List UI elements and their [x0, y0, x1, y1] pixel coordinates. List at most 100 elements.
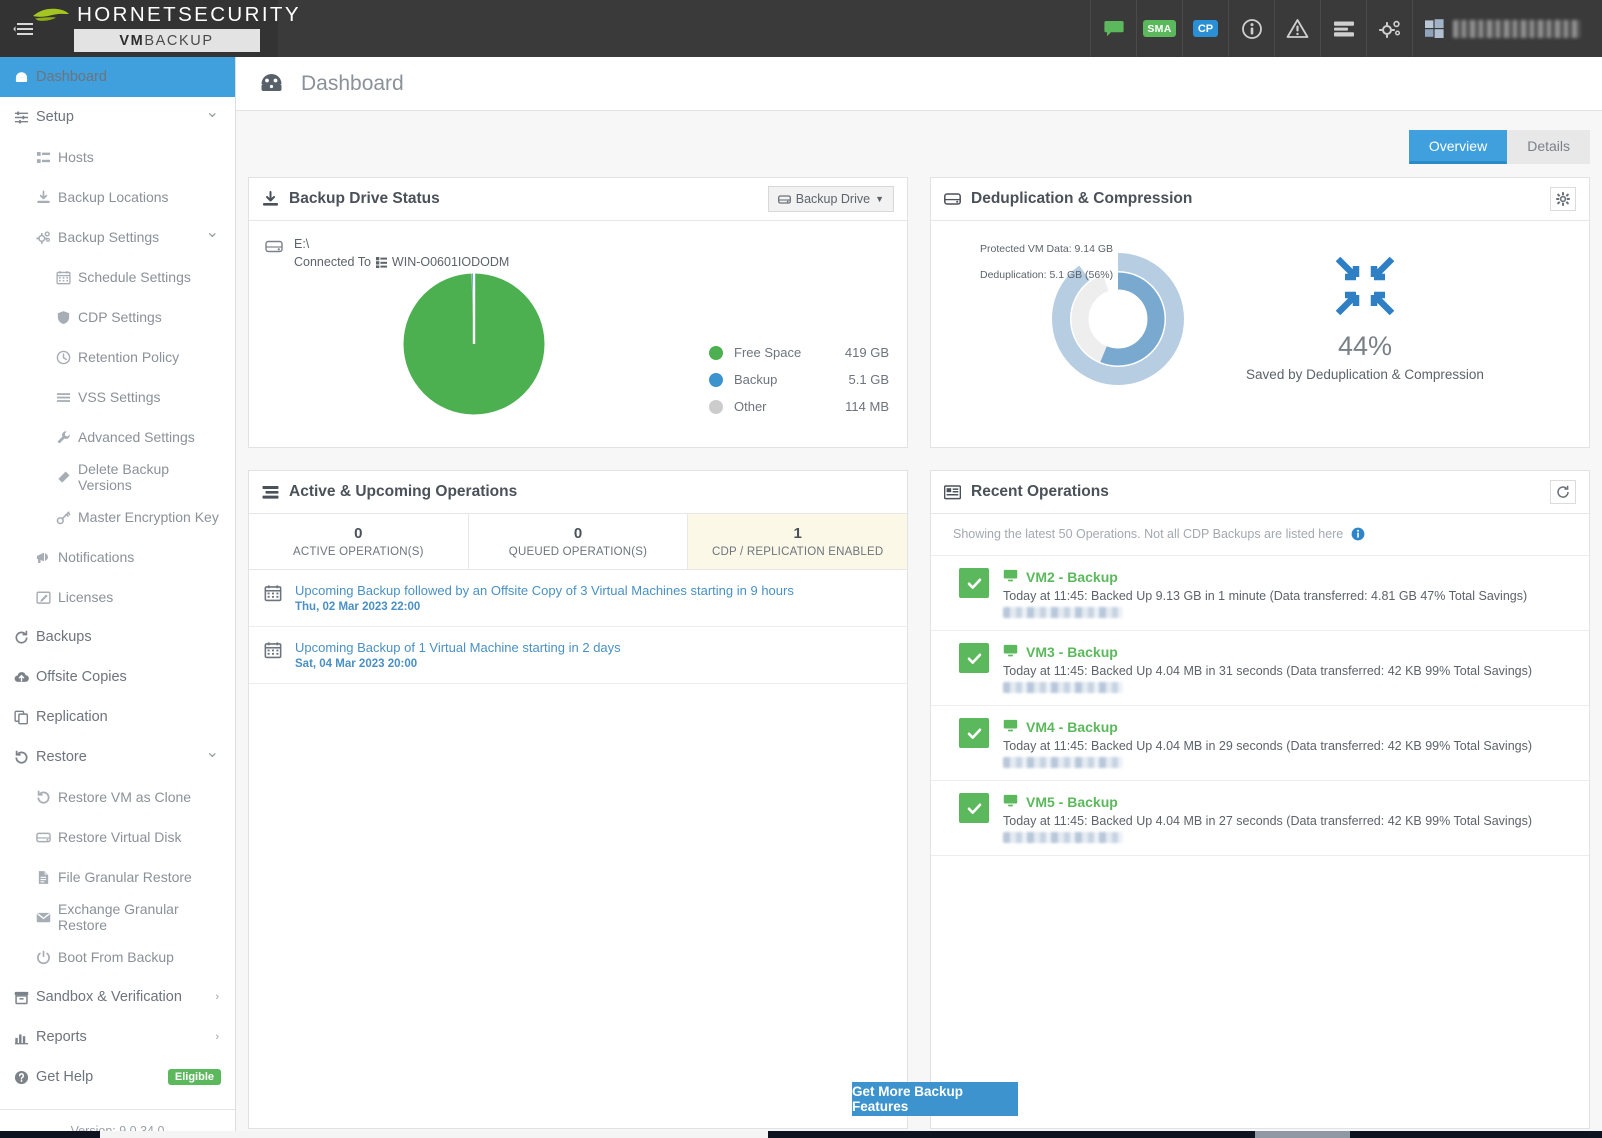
news-icon	[944, 485, 961, 500]
sidebar-item-licenses[interactable]: Licenses	[0, 577, 235, 617]
sidebar-item-label: Setup	[36, 109, 74, 125]
sidebar-item-delete-backup-versions[interactable]: Delete Backup Versions	[0, 457, 235, 497]
monitor-icon	[1003, 643, 1018, 658]
upcoming-operation-row[interactable]: Upcoming Backup followed by an Offsite C…	[249, 570, 907, 627]
sidebar-item-file-granular-restore[interactable]: File Granular Restore	[0, 857, 235, 897]
recent-operation-row[interactable]: VM3 - BackupToday at 11:45: Backed Up 4.…	[931, 631, 1589, 706]
brand-name: HORNETSECURITY	[77, 5, 301, 26]
stat-cdp-replication-enabled: 1 CDP / REPLICATION ENABLED	[688, 514, 907, 569]
backup-drive-dropdown[interactable]: Backup Drive ▼	[768, 186, 894, 212]
file-icon	[36, 870, 58, 885]
recent-operation-row[interactable]: VM4 - BackupToday at 11:45: Backed Up 4.…	[931, 706, 1589, 781]
compress-arrows-icon	[1334, 255, 1396, 317]
sidebar-item-label: Exchange Granular Restore	[58, 901, 221, 933]
copy-icon	[14, 710, 36, 725]
tasks-icon	[262, 485, 279, 500]
user-menu[interactable]	[1412, 0, 1602, 57]
lines-icon	[56, 390, 71, 405]
chat-icon-button[interactable]	[1090, 0, 1136, 57]
download-icon	[36, 190, 58, 205]
legend-label-backup: Backup	[734, 372, 849, 387]
legend-value-backup: 5.1 GB	[849, 372, 889, 387]
dedup-compression-card: Deduplication & Compression	[930, 177, 1590, 448]
sidebar-item-dashboard[interactable]: Dashboard	[0, 57, 235, 97]
sidebar-item-hosts[interactable]: Hosts	[0, 137, 235, 177]
card-title: Recent Operations	[971, 483, 1109, 501]
recent-operation-body: VM2 - BackupToday at 11:45: Backed Up 9.…	[1003, 568, 1574, 618]
sidebar-item-setup[interactable]: Setup⌄	[0, 97, 235, 137]
sidebar-item-boot-from-backup[interactable]: Boot From Backup	[0, 937, 235, 977]
recent-operations-card: Recent Operations Showing the latest 50 …	[930, 470, 1590, 1129]
sidebar-item-cdp-settings[interactable]: CDP Settings	[0, 297, 235, 337]
eraser-icon	[56, 470, 78, 485]
info-icon-button[interactable]	[1228, 0, 1274, 57]
sidebar-item-label: File Granular Restore	[58, 869, 192, 885]
monitor-icon	[1003, 568, 1018, 586]
sidebar-item-restore[interactable]: Restore⌄	[0, 737, 235, 777]
sidebar-item-sandbox-verification[interactable]: Sandbox & Verification›	[0, 977, 235, 1017]
recent-operation-body: VM5 - BackupToday at 11:45: Backed Up 4.…	[1003, 793, 1574, 843]
cp-badge-label: CP	[1193, 20, 1218, 37]
recent-operation-row[interactable]: VM2 - BackupToday at 11:45: Backed Up 9.…	[931, 556, 1589, 631]
recent-operation-blurred-path	[1003, 832, 1123, 843]
dedup-settings-button[interactable]	[1550, 187, 1576, 211]
operations-stats: 0 ACTIVE OPERATION(S) 0 QUEUED OPERATION…	[249, 514, 907, 570]
sidebar-item-offsite-copies[interactable]: Offsite Copies	[0, 657, 235, 697]
sidebar-item-vss-settings[interactable]: VSS Settings	[0, 377, 235, 417]
sidebar-item-label: Schedule Settings	[78, 269, 191, 285]
upcoming-operation-link[interactable]: Upcoming Backup of 1 Virtual Machine sta…	[295, 640, 621, 655]
sidebar-item-backups[interactable]: Backups	[0, 617, 235, 657]
envelope-icon	[36, 910, 51, 925]
view-tabs: Overview Details	[248, 111, 1590, 177]
tab-overview[interactable]: Overview	[1409, 130, 1507, 164]
recent-operation-row[interactable]: VM5 - BackupToday at 11:45: Backed Up 4.…	[931, 781, 1589, 856]
download-icon	[262, 191, 279, 208]
upcoming-operation-row[interactable]: Upcoming Backup of 1 Virtual Machine sta…	[249, 627, 907, 684]
sidebar-item-label: Master Encryption Key	[78, 509, 219, 525]
sidebar-item-backup-settings[interactable]: Backup Settings⌄	[0, 217, 235, 257]
get-more-backup-features-button[interactable]: Get More Backup Features	[852, 1082, 1018, 1116]
sidebar-item-backup-locations[interactable]: Backup Locations	[0, 177, 235, 217]
logs-icon-button[interactable]	[1320, 0, 1366, 57]
warning-icon-button[interactable]	[1274, 0, 1320, 57]
backup-drive-body: E:\ Connected To WIN-O0601IODODM	[249, 221, 907, 448]
wrench-icon	[56, 430, 78, 445]
drive-letter: E:\	[294, 235, 509, 253]
lines-icon	[56, 390, 78, 405]
sidebar-item-restore-virtual-disk[interactable]: Restore Virtual Disk	[0, 817, 235, 857]
cp-badge-button[interactable]: CP	[1182, 0, 1228, 57]
legend-color-other	[709, 400, 723, 414]
upcoming-operation-link[interactable]: Upcoming Backup followed by an Offsite C…	[295, 583, 794, 598]
sidebar-item-get-help[interactable]: Get HelpEligible	[0, 1057, 235, 1097]
warning-icon	[1286, 18, 1309, 39]
sma-badge-button[interactable]: SMA	[1136, 0, 1182, 57]
wrench-icon	[56, 430, 71, 445]
sidebar-item-notifications[interactable]: Notifications	[0, 537, 235, 577]
sidebar-item-replication[interactable]: Replication	[0, 697, 235, 737]
tab-details[interactable]: Details	[1507, 130, 1590, 164]
stat-label: QUEUED OPERATION(S)	[469, 546, 688, 558]
sidebar-item-exchange-granular-restore[interactable]: Exchange Granular Restore	[0, 897, 235, 937]
sidebar-item-master-encryption-key[interactable]: Master Encryption Key	[0, 497, 235, 537]
bar-chart-icon	[14, 1030, 36, 1045]
taskbar-segment-b	[1255, 1131, 1350, 1138]
sidebar-item-restore-vm-as-clone[interactable]: Restore VM as Clone	[0, 777, 235, 817]
sidebar-item-reports[interactable]: Reports›	[0, 1017, 235, 1057]
chat-icon	[1104, 20, 1124, 38]
sidebar-item-advanced-settings[interactable]: Advanced Settings	[0, 417, 235, 457]
recent-operation-name: VM4 - Backup	[1026, 719, 1118, 735]
dedup-label-deduplication: Deduplication: 5.1 GB (56%)	[980, 269, 1113, 281]
sidebar-item-retention-policy[interactable]: Retention Policy	[0, 337, 235, 377]
drive-path-info: E:\ Connected To WIN-O0601IODODM	[265, 235, 891, 271]
copy-icon	[14, 710, 29, 725]
sidebar-item-schedule-settings[interactable]: Schedule Settings	[0, 257, 235, 297]
envelope-icon	[36, 910, 58, 925]
upcoming-operation-date: Thu, 02 Mar 2023 22:00	[295, 601, 794, 613]
settings-gear-icon-button[interactable]	[1366, 0, 1412, 57]
recent-operations-refresh-button[interactable]	[1550, 480, 1576, 504]
eraser-icon	[56, 470, 71, 485]
info-icon[interactable]	[1351, 527, 1365, 541]
sidebar-item-label: Sandbox & Verification	[36, 989, 182, 1005]
list-icon	[36, 150, 58, 165]
dedup-saved-caption: Saved by Deduplication & Compression	[1246, 367, 1484, 382]
